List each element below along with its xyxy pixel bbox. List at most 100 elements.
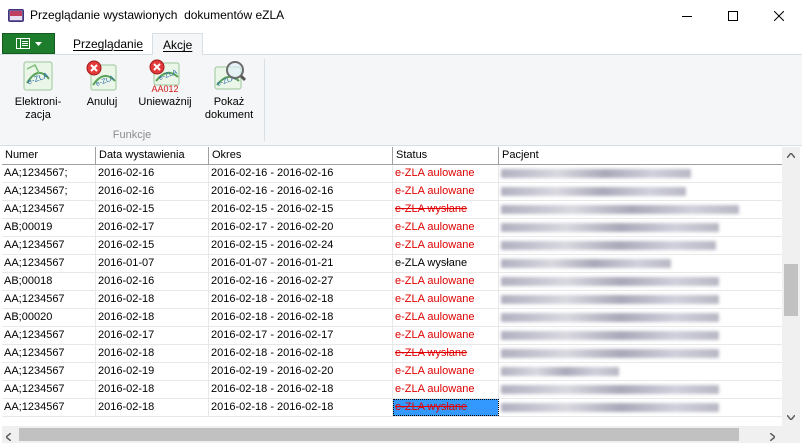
cancel-ezla-icon: e-ZLA bbox=[86, 60, 117, 91]
close-icon bbox=[774, 10, 784, 21]
cell-okres: 2016-02-18 - 2016-02-18 bbox=[209, 309, 393, 326]
scroll-up-arrow[interactable] bbox=[782, 147, 800, 164]
elektronizacja-button[interactable]: e-ZLA Elektroni- zacja bbox=[12, 59, 64, 122]
pokaz-dokument-button[interactable]: e-ZLA Pokaż dokument bbox=[203, 59, 255, 122]
cell-okres: 2016-02-16 - 2016-02-16 bbox=[209, 183, 393, 200]
cell-status: e-ZLA aulowane bbox=[393, 183, 499, 200]
cell-data-wystawienia: 2016-02-17 bbox=[96, 327, 209, 344]
scroll-right-arrow[interactable] bbox=[769, 430, 777, 444]
cell-numer: AA;1234567 bbox=[2, 345, 96, 362]
grid-header: Numer Data wystawienia Okres Status Pacj… bbox=[2, 147, 782, 165]
cell-status: e-ZLA wysłane bbox=[393, 201, 499, 218]
maximize-icon bbox=[728, 10, 738, 21]
cell-status: e-ZLA aulowane bbox=[393, 381, 499, 398]
svg-text:AA012: AA012 bbox=[151, 84, 178, 93]
table-row[interactable]: AB;00019 2016-02-17 2016-02-17 - 2016-02-2… bbox=[2, 219, 782, 237]
cell-pacjent-redacted bbox=[499, 219, 782, 236]
uniewaznij-button[interactable]: e-ZLA AA012 Unieważnij bbox=[138, 59, 192, 109]
ribbon-group-separator bbox=[264, 59, 265, 141]
maximize-button[interactable] bbox=[710, 0, 756, 31]
button-label-line-1: Unieważnij bbox=[138, 96, 192, 108]
cell-okres: 2016-02-18 - 2016-02-18 bbox=[209, 291, 393, 308]
tab-przegladanie[interactable]: Przeglądanie bbox=[63, 33, 153, 55]
cell-data-wystawienia: 2016-02-19 bbox=[96, 363, 209, 380]
cell-okres: 2016-02-15 - 2016-02-24 bbox=[209, 237, 393, 254]
table-row[interactable]: AA;1234567 2016-02-18 2016-02-18 - 2016-02… bbox=[2, 291, 782, 309]
redacted-patient-name bbox=[501, 385, 719, 394]
horizontal-scroll-thumb[interactable] bbox=[19, 428, 739, 441]
horizontal-scrollbar[interactable] bbox=[2, 426, 782, 443]
tab-akcje[interactable]: Akcje bbox=[152, 33, 204, 56]
table-row[interactable]: AA;1234567 2016-02-15 2016-02-15 - 2016-02… bbox=[2, 237, 782, 255]
cell-pacjent-redacted bbox=[499, 363, 782, 380]
column-header-status[interactable]: Status bbox=[393, 147, 499, 165]
cell-data-wystawienia: 2016-02-18 bbox=[96, 345, 209, 362]
redacted-patient-name bbox=[501, 223, 719, 232]
button-label-line-2: dokument bbox=[204, 109, 254, 121]
cell-status: e-ZLA aulowane bbox=[393, 327, 499, 344]
redacted-patient-name bbox=[501, 169, 691, 178]
anuluj-button[interactable]: e-ZLA Anuluj bbox=[82, 59, 122, 109]
column-header-pacjent[interactable]: Pacjent bbox=[499, 147, 782, 165]
ribbon-panel: e-ZLA Elektroni- zacja e-ZLA Anuluj e-ZL… bbox=[0, 55, 802, 146]
chevron-right-icon bbox=[769, 432, 777, 442]
button-label-line-1: Anuluj bbox=[86, 96, 118, 108]
table-row[interactable]: AA;1234567 2016-02-18 2016-02-18 - 2016-02… bbox=[2, 399, 782, 417]
column-header-okres[interactable]: Okres bbox=[209, 147, 393, 165]
application-menu-icon bbox=[15, 38, 30, 49]
cell-status: e-ZLA wysłane bbox=[393, 255, 499, 272]
tab-label: Akcje bbox=[163, 38, 193, 52]
close-button[interactable] bbox=[756, 0, 802, 31]
cell-numer: AA;1234567; bbox=[2, 183, 96, 200]
chevron-up-icon bbox=[787, 153, 795, 158]
cell-okres: 2016-01-07 - 2016-01-21 bbox=[209, 255, 393, 272]
cell-status: e-ZLA wysłane bbox=[393, 399, 499, 416]
table-row[interactable]: AA;1234567 2016-02-19 2016-02-19 - 2016-02… bbox=[2, 363, 782, 381]
cell-status: e-ZLA aulowane bbox=[393, 273, 499, 290]
cell-status: e-ZLA aulowane bbox=[393, 363, 499, 380]
cell-okres: 2016-02-16 - 2016-02-27 bbox=[209, 273, 393, 290]
cell-numer: AA;1234567 bbox=[2, 237, 96, 254]
cell-pacjent-redacted bbox=[499, 165, 782, 182]
redacted-patient-name bbox=[501, 187, 686, 196]
redacted-patient-name bbox=[501, 259, 671, 268]
cell-status: e-ZLA aulowane bbox=[393, 291, 499, 308]
cell-numer: AA;1234567 bbox=[2, 201, 96, 218]
cell-pacjent-redacted bbox=[499, 327, 782, 344]
table-row[interactable]: AA;1234567; 2016-02-16 2016-02-16 - 2016-0… bbox=[2, 165, 782, 183]
title-bar: Przeglądanie wystawionych dokumentów eZL… bbox=[0, 0, 802, 31]
table-row[interactable]: AA;1234567 2016-01-07 2016-01-07 - 2016-01… bbox=[2, 255, 782, 273]
cell-numer: AB;00018 bbox=[2, 273, 96, 290]
cell-data-wystawienia: 2016-02-18 bbox=[96, 309, 209, 326]
table-row[interactable]: AA;1234567 2016-02-18 2016-02-18 - 2016-02… bbox=[2, 381, 782, 399]
cell-numer: AB;00020 bbox=[2, 309, 96, 326]
table-row[interactable]: AA;1234567 2016-02-18 2016-02-18 - 2016-02… bbox=[2, 345, 782, 363]
cell-data-wystawienia: 2016-02-15 bbox=[96, 201, 209, 218]
redacted-patient-name bbox=[501, 277, 719, 286]
table-row[interactable]: AB;00020 2016-02-18 2016-02-18 - 2016-02-1… bbox=[2, 309, 782, 327]
app-icon bbox=[8, 7, 24, 23]
table-row[interactable]: AA;1234567 2016-02-17 2016-02-17 - 2016-02… bbox=[2, 327, 782, 345]
redacted-patient-name bbox=[501, 205, 739, 214]
scroll-left-arrow[interactable] bbox=[4, 430, 12, 444]
cell-pacjent-redacted bbox=[499, 201, 782, 218]
cell-numer: AA;1234567 bbox=[2, 381, 96, 398]
redacted-patient-name bbox=[501, 367, 619, 376]
cell-pacjent-redacted bbox=[499, 255, 782, 272]
cell-numer: AA;1234567 bbox=[2, 363, 96, 380]
cell-numer: AB;00019 bbox=[2, 219, 96, 236]
scroll-down-arrow[interactable] bbox=[782, 409, 800, 426]
table-row[interactable]: AA;1234567 2016-02-15 2016-02-15 - 2016-02… bbox=[2, 201, 782, 219]
cell-okres: 2016-02-16 - 2016-02-16 bbox=[209, 165, 393, 182]
cell-pacjent-redacted bbox=[499, 381, 782, 398]
column-header-data-wystawienia[interactable]: Data wystawienia bbox=[96, 147, 209, 165]
table-row[interactable]: AA;1234567; 2016-02-16 2016-02-16 - 2016-0… bbox=[2, 183, 782, 201]
button-label-line-2: zacja bbox=[25, 109, 51, 121]
column-header-numer[interactable]: Numer bbox=[2, 147, 96, 165]
cell-okres: 2016-02-18 - 2016-02-18 bbox=[209, 399, 393, 416]
table-row[interactable]: AB;00018 2016-02-16 2016-02-16 - 2016-02-2… bbox=[2, 273, 782, 291]
file-menu-button[interactable] bbox=[2, 33, 55, 54]
minimize-button[interactable] bbox=[664, 0, 710, 31]
vertical-scroll-thumb[interactable] bbox=[784, 264, 798, 316]
vertical-scrollbar[interactable] bbox=[782, 147, 800, 426]
